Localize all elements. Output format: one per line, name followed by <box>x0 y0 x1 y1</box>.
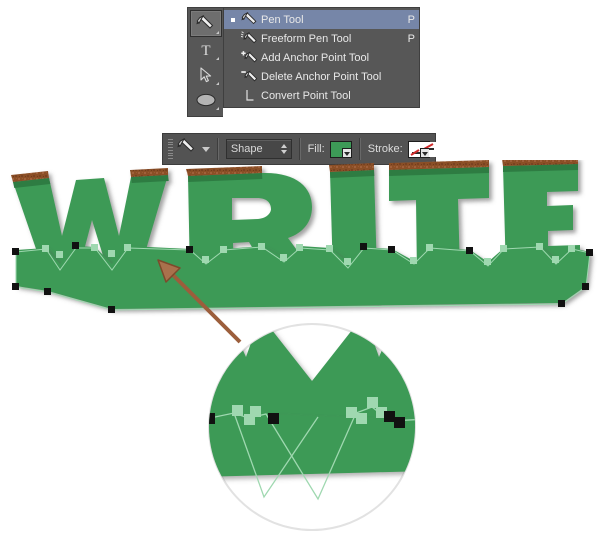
menu-item-label: Add Anchor Point Tool <box>261 51 370 64</box>
pen-tool-flyout-group: T Pen Tool P Freeform Pen Tool P Add Anc… <box>187 7 420 117</box>
tool-preset-chevron-down-icon[interactable] <box>202 146 211 152</box>
toolbar-item-pen-tool[interactable] <box>189 10 222 37</box>
ellipse-icon <box>196 93 215 106</box>
fill-swatch-chevron-down-icon <box>342 147 352 157</box>
pen-tool-flyout-menu: Pen Tool P Freeform Pen Tool P Add Ancho… <box>223 7 420 108</box>
menu-item-add-anchor-point-tool[interactable]: Add Anchor Point Tool <box>224 48 419 67</box>
tool-flyout-corner-icon <box>215 57 219 60</box>
toolbar-item-ellipse-tool[interactable] <box>191 87 221 112</box>
tool-flyout-corner-icon <box>215 107 219 110</box>
menu-item-label: Freeform Pen Tool <box>261 32 352 45</box>
add-anchor-pen-icon <box>239 50 261 66</box>
divider <box>298 138 301 160</box>
mode-select-stepper-icon <box>280 144 287 154</box>
mode-select-value: Shape <box>230 143 263 155</box>
menu-item-shortcut: P <box>407 13 415 26</box>
menu-item-label: Pen Tool <box>261 13 304 26</box>
type-t-icon: T <box>201 43 210 59</box>
options-bar-grip-handle[interactable] <box>168 139 174 159</box>
tool-flyout-corner-icon <box>215 82 219 85</box>
menu-item-label: Delete Anchor Point Tool <box>261 70 382 83</box>
tool-flyout-corner-icon <box>215 31 219 34</box>
menu-item-shortcut: P <box>407 32 415 45</box>
toolbar-item-path-selection-tool[interactable] <box>191 62 221 87</box>
convert-point-icon <box>239 88 261 104</box>
menu-item-convert-point-tool[interactable]: Convert Point Tool <box>224 86 419 105</box>
freeform-pen-icon <box>239 30 261 47</box>
menu-item-label: Convert Point Tool <box>261 89 351 102</box>
arrow-cursor-icon <box>199 66 211 82</box>
fill-label: Fill: <box>307 143 325 155</box>
write-text-artwork[interactable] <box>0 160 600 320</box>
divider <box>217 138 219 160</box>
divider <box>359 138 361 160</box>
current-tool-bullet-icon <box>227 17 239 22</box>
pen-icon <box>239 11 261 28</box>
options-bar-pen-icon[interactable] <box>177 137 197 161</box>
pen-icon <box>195 14 213 29</box>
fill-color-swatch[interactable] <box>329 140 353 158</box>
stroke-label: Stroke: <box>367 143 403 155</box>
stroke-swatch-chevron-down-icon <box>420 147 430 157</box>
svg-text:T: T <box>201 43 210 59</box>
stroke-color-swatch[interactable] <box>407 140 437 158</box>
menu-item-pen-tool[interactable]: Pen Tool P <box>224 10 419 29</box>
delete-anchor-pen-icon <box>239 69 261 85</box>
menu-item-freeform-pen-tool[interactable]: Freeform Pen Tool P <box>224 29 419 48</box>
mode-select[interactable]: Shape <box>225 139 292 159</box>
detail-magnifier <box>208 323 416 531</box>
grass-ground-shape <box>16 246 590 309</box>
tools-panel: T <box>187 7 223 117</box>
menu-item-delete-anchor-point-tool[interactable]: Delete Anchor Point Tool <box>224 67 419 86</box>
toolbar-item-type-tool[interactable]: T <box>191 37 221 62</box>
